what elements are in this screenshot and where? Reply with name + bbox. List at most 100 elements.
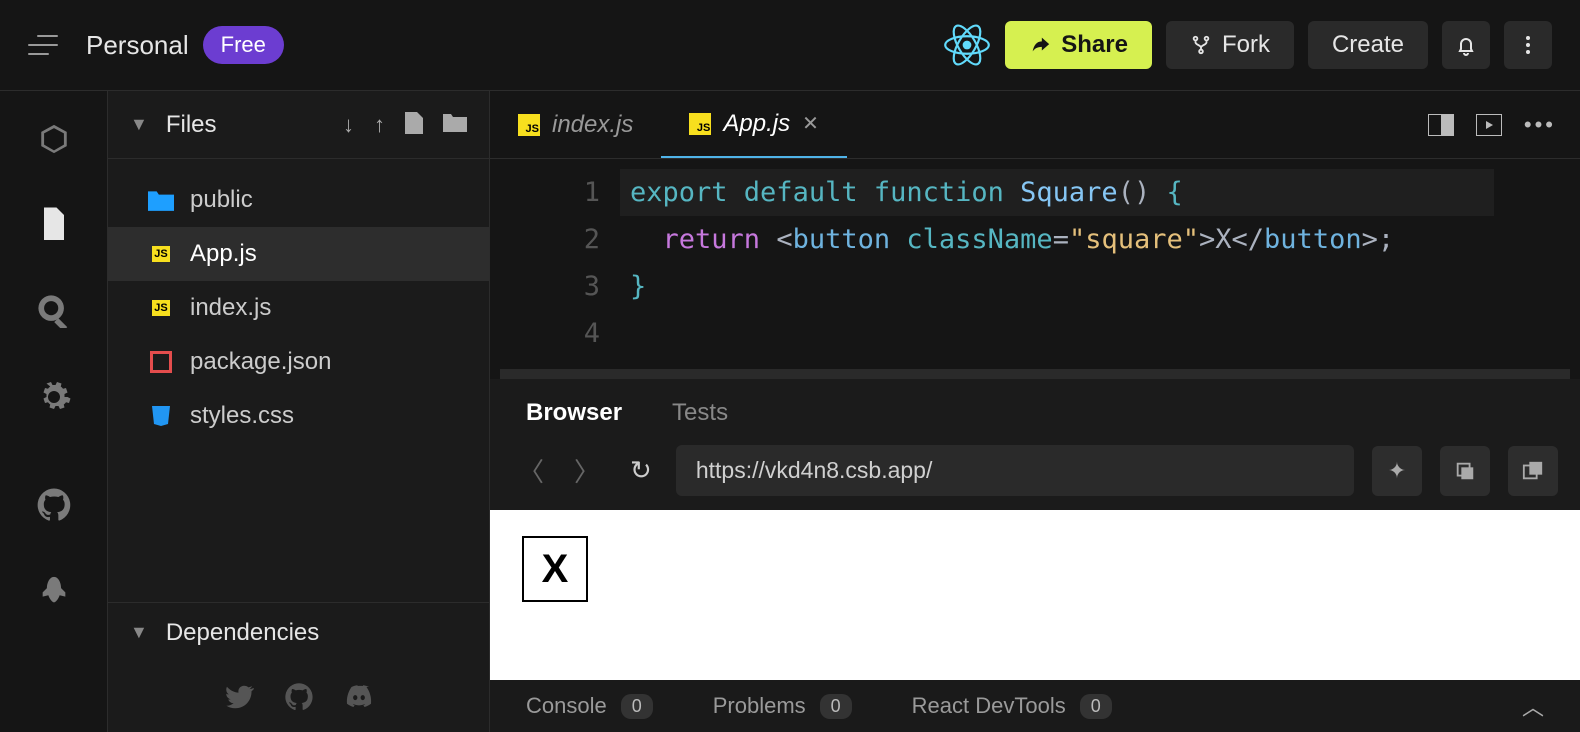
preview-toggle-icon[interactable] — [1476, 114, 1502, 136]
create-label: Create — [1332, 31, 1404, 59]
chevron-down-icon: ▼ — [130, 114, 148, 135]
browser-reload-icon[interactable]: ↻ — [630, 455, 652, 486]
preview-panel: Browser Tests 〈 〉 ↻ ✦ X Console 0 Problems 0… — [490, 379, 1580, 732]
editor-actions: ••• — [1428, 91, 1580, 158]
status-bar: Console 0 Problems 0 React DevTools 0 ︿ — [490, 680, 1580, 732]
json-icon — [148, 349, 174, 375]
file-item[interactable]: styles.css — [108, 389, 489, 443]
panel-tab[interactable]: Tests — [672, 399, 728, 427]
settings-icon[interactable] — [36, 379, 72, 415]
close-icon[interactable]: ✕ — [802, 111, 819, 136]
dependencies-section-header[interactable]: ▼ Dependencies — [108, 602, 489, 662]
css-icon — [148, 403, 174, 429]
browser-newwindow-icon[interactable] — [1508, 446, 1558, 496]
github-footer-icon[interactable] — [284, 682, 314, 712]
header-actions: Share Fork Create — [943, 21, 1552, 69]
files-section-header[interactable]: ▼ Files ↓ ↑ — [108, 91, 489, 159]
top-header: Personal Free Share Fork Create — [0, 0, 1580, 90]
menu-icon[interactable] — [28, 35, 58, 55]
file-item[interactable]: JS App.js — [108, 227, 489, 281]
browser-copy-icon[interactable] — [1440, 446, 1490, 496]
panel-tab[interactable]: Browser — [526, 399, 622, 427]
editor-tab[interactable]: JS App.js ✕ — [661, 91, 846, 158]
file-list: public JS App.js JS index.js package.json styl… — [108, 159, 489, 457]
folder-icon — [148, 187, 174, 213]
main-area: ▼ Files ↓ ↑ public JS App.js JS index.js pack… — [0, 90, 1580, 732]
file-name: public — [190, 186, 253, 214]
js-icon: JS — [518, 114, 540, 136]
browser-controls: 〈 〉 ↻ ✦ — [490, 445, 1580, 510]
share-button[interactable]: Share — [1005, 21, 1152, 69]
status-count: 0 — [1080, 694, 1112, 719]
line-gutter: 1234 — [490, 159, 630, 357]
explorer-icon[interactable] — [36, 207, 72, 243]
file-item[interactable]: public — [108, 173, 489, 227]
vertical-dots-icon — [1516, 33, 1540, 57]
sidebar-footer — [108, 662, 489, 732]
file-name: package.json — [190, 348, 331, 376]
file-item[interactable]: package.json — [108, 335, 489, 389]
split-editor-icon[interactable] — [1428, 114, 1454, 136]
react-logo-icon — [943, 21, 991, 69]
main-column: JS index.js JS App.js ✕ ••• 1234 export defa… — [490, 91, 1580, 732]
preview-frame[interactable]: X — [490, 510, 1580, 680]
share-label: Share — [1061, 31, 1128, 59]
status-label: Console — [526, 693, 607, 719]
new-folder-icon[interactable] — [443, 112, 467, 138]
js-icon: JS — [148, 241, 174, 267]
search-icon[interactable] — [36, 293, 72, 329]
file-name: App.js — [190, 240, 257, 268]
upload-icon[interactable]: ↑ — [374, 112, 385, 138]
share-arrow-icon — [1029, 34, 1051, 56]
status-item[interactable]: React DevTools 0 — [912, 693, 1112, 719]
js-icon: JS — [689, 113, 711, 135]
twitter-icon[interactable] — [224, 682, 254, 712]
chevron-down-icon: ▼ — [130, 622, 148, 643]
discord-icon[interactable] — [344, 682, 374, 712]
create-button[interactable]: Create — [1308, 21, 1428, 69]
file-name: index.js — [190, 294, 271, 322]
github-icon[interactable] — [36, 487, 72, 523]
code-editor[interactable]: 1234 export default function Square() { … — [490, 159, 1580, 369]
files-actions: ↓ ↑ — [343, 112, 467, 138]
code-content[interactable]: export default function Square() { retur… — [630, 159, 1394, 357]
download-icon[interactable]: ↓ — [343, 112, 354, 138]
fork-icon — [1190, 34, 1212, 56]
notifications-button[interactable] — [1442, 21, 1490, 69]
sidebar: ▼ Files ↓ ↑ public JS App.js JS index.js pack… — [108, 91, 490, 732]
editor-scrollbar[interactable] — [500, 369, 1570, 379]
tab-label: App.js — [723, 110, 790, 138]
sandbox-icon[interactable] — [36, 121, 72, 157]
status-count: 0 — [820, 694, 852, 719]
editor-tab-bar: JS index.js JS App.js ✕ ••• — [490, 91, 1580, 159]
plan-badge[interactable]: Free — [203, 26, 284, 64]
status-label: Problems — [713, 693, 806, 719]
status-item[interactable]: Console 0 — [526, 693, 653, 719]
preview-square-button[interactable]: X — [522, 536, 588, 602]
editor-tab[interactable]: JS index.js — [490, 91, 661, 158]
fork-label: Fork — [1222, 31, 1270, 59]
files-label: Files — [166, 111, 331, 139]
overflow-menu-button[interactable] — [1504, 21, 1552, 69]
dependencies-label: Dependencies — [166, 619, 319, 647]
file-name: styles.css — [190, 402, 294, 430]
deploy-icon[interactable] — [36, 573, 72, 609]
workspace-name[interactable]: Personal — [86, 30, 189, 61]
browser-expand-icon[interactable]: ✦ — [1372, 446, 1422, 496]
more-actions-icon[interactable]: ••• — [1524, 112, 1556, 138]
status-label: React DevTools — [912, 693, 1066, 719]
activity-bar — [0, 91, 108, 732]
browser-back-icon[interactable]: 〈 — [512, 452, 550, 489]
browser-forward-icon[interactable]: 〉 — [568, 452, 606, 489]
status-count: 0 — [621, 694, 653, 719]
file-item[interactable]: JS index.js — [108, 281, 489, 335]
browser-url-input[interactable] — [676, 445, 1354, 496]
js-icon: JS — [148, 295, 174, 321]
new-file-icon[interactable] — [405, 112, 423, 138]
panel-tabs: Browser Tests — [490, 379, 1580, 445]
status-item[interactable]: Problems 0 — [713, 693, 852, 719]
bell-icon — [1454, 33, 1478, 57]
chevron-up-icon[interactable]: ︿ — [1522, 690, 1544, 722]
tab-label: index.js — [552, 111, 633, 139]
fork-button[interactable]: Fork — [1166, 21, 1294, 69]
